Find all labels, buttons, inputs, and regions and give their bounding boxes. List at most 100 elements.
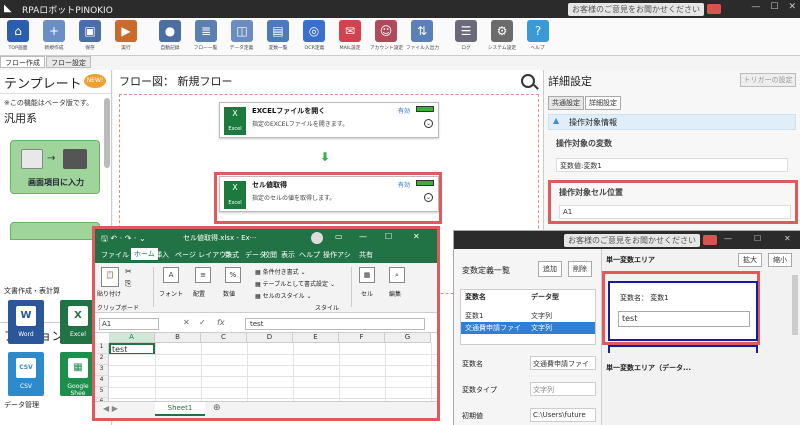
confirm-formula-icon[interactable]: ✓: [199, 318, 206, 327]
column-header[interactable]: D: [247, 333, 293, 343]
maximize-icon[interactable]: ☐: [754, 234, 761, 243]
template-card-2[interactable]: [10, 222, 100, 240]
excel-tab[interactable]: 共有: [359, 250, 373, 260]
fx-icon[interactable]: fx: [217, 318, 225, 327]
sheet-tab[interactable]: Sheet1: [155, 402, 205, 416]
target-var-field[interactable]: 変数値:変数1: [556, 158, 788, 172]
action-tile-excel[interactable]: X Excel: [60, 300, 96, 344]
toolbar-button-account[interactable]: ☺ アカウント設定: [369, 18, 403, 51]
var-type-select[interactable]: 文字列: [530, 382, 596, 396]
search-icon[interactable]: [521, 74, 535, 88]
toolbar-button-settings[interactable]: ⚙ システム設定: [486, 18, 518, 51]
var-name-field[interactable]: 交通費申請ファイ: [530, 356, 596, 370]
excel-tab[interactable]: 数式: [225, 250, 239, 260]
delete-variable-button[interactable]: 削除: [568, 261, 592, 277]
minimize-icon[interactable]: —: [724, 234, 732, 243]
action-tile-csv[interactable]: CSV CSV: [8, 352, 44, 396]
excel-tab[interactable]: 表示: [281, 250, 295, 260]
excel-grid[interactable]: test ABCDEFG123456: [95, 333, 437, 410]
align-icon[interactable]: ≡: [195, 267, 211, 283]
toolbar-button-mail[interactable]: ✉ MAIL設定: [334, 18, 366, 51]
toolbar-button-help[interactable]: ? ヘルプ: [522, 18, 554, 51]
template-card-input[interactable]: → 画面項目に入力: [10, 140, 100, 194]
var-init-field[interactable]: C:\Users\future: [530, 408, 596, 422]
toolbar-button-run[interactable]: ▶ 実行: [110, 18, 142, 51]
cond-format-button[interactable]: ▦ 条件付き書式 ⌄: [255, 267, 306, 276]
paste-icon[interactable]: 📋: [101, 267, 119, 287]
shrink-button[interactable]: 縮小: [768, 253, 792, 267]
node-toggle[interactable]: [416, 106, 434, 112]
excel-tab[interactable]: ヘルプ: [299, 250, 320, 260]
toolbar-button-flow-list[interactable]: ≣ フロー一覧: [190, 18, 222, 51]
cell-style-button[interactable]: ▦ セルのスタイル ⌄: [255, 291, 312, 300]
excel-tab[interactable]: 挿入: [155, 250, 169, 260]
name-box[interactable]: A1: [99, 318, 159, 330]
add-sheet-icon[interactable]: ⊕: [213, 403, 221, 413]
toolbar-button-record[interactable]: ● 自動記録: [154, 18, 186, 51]
action-tile-word[interactable]: W Word: [8, 300, 44, 344]
cells-icon[interactable]: ▦: [359, 267, 375, 283]
feedback-banner[interactable]: お客様のご意見をお聞かせください: [564, 233, 717, 247]
toolbar-button-ocr[interactable]: ◎ OCR定義: [298, 18, 330, 51]
copy-icon[interactable]: ⎘: [125, 279, 131, 289]
row-header[interactable]: 1: [95, 343, 109, 354]
tab-flow-create[interactable]: フロー作成: [0, 56, 45, 68]
formula-input[interactable]: test: [245, 318, 425, 330]
row-header[interactable]: 3: [95, 365, 109, 376]
cancel-formula-icon[interactable]: ✕: [183, 318, 190, 327]
feedback-banner[interactable]: お客様のご意見をお聞かせください: [568, 2, 721, 16]
column-header[interactable]: C: [201, 333, 247, 343]
avatar[interactable]: [311, 232, 323, 244]
single-var-scrollbar[interactable]: [792, 275, 798, 335]
table-row[interactable]: 変数1 文字列: [461, 310, 595, 322]
maximize-icon[interactable]: ☐: [770, 2, 778, 12]
section-header[interactable]: ▲ 操作対象情報: [548, 114, 796, 130]
excel-quick-access-icons[interactable]: 🖫 ↶ · ↷ · ⌄: [101, 233, 146, 247]
single-var-value[interactable]: test: [618, 311, 750, 327]
maximize-icon[interactable]: ☐: [385, 232, 392, 241]
column-header[interactable]: B: [155, 333, 201, 343]
toolbar-button-home[interactable]: ⌂ TOP画面: [2, 18, 34, 51]
table-format-button[interactable]: ▦ テーブルとして書式設定 ⌄: [255, 279, 335, 288]
cell-position-field[interactable]: A1: [559, 205, 791, 219]
tab-detail-settings[interactable]: 詳細設定: [585, 96, 621, 110]
expand-button[interactable]: 拡大: [738, 253, 762, 267]
column-header[interactable]: G: [385, 333, 431, 343]
close-icon[interactable]: ✕: [784, 234, 791, 243]
tab-flow-settings[interactable]: フロー設定: [46, 56, 91, 68]
toolbar-button-variable-list[interactable]: ▤ 変数一覧: [262, 18, 294, 51]
column-header[interactable]: E: [293, 333, 339, 343]
trigger-button[interactable]: トリガーの設定: [740, 73, 796, 87]
close-icon[interactable]: ✕: [788, 2, 796, 12]
toolbar-button-data-def[interactable]: ◫ データ定義: [226, 18, 258, 51]
number-icon[interactable]: %: [225, 267, 241, 283]
column-header[interactable]: F: [339, 333, 385, 343]
excel-tab[interactable]: ファイル: [101, 250, 129, 260]
minimize-icon[interactable]: —: [359, 232, 367, 241]
find-icon[interactable]: ⌕: [389, 267, 405, 283]
excel-tab[interactable]: 操作アシ: [323, 250, 351, 260]
toolbar-button-file-io[interactable]: ⇅ ファイル入出力: [405, 18, 439, 51]
toolbar-button-log[interactable]: ☰ ログ: [450, 18, 482, 51]
minimize-icon[interactable]: —: [751, 2, 760, 12]
toolbar-button-new-file[interactable]: + 新規作成: [38, 18, 70, 51]
sheet-nav-icons[interactable]: ◀ ▶: [103, 404, 118, 413]
flow-node-open-excel[interactable]: X Excel EXCELファイルを開く 指定のEXCELファイルを開きます。 有…: [219, 102, 439, 138]
excel-tab[interactable]: 校閲: [263, 250, 277, 260]
row-header[interactable]: 4: [95, 376, 109, 387]
excel-tab[interactable]: ホーム: [131, 248, 158, 260]
font-icon[interactable]: A: [163, 267, 179, 283]
template-scrollbar[interactable]: [104, 98, 110, 168]
chevron-down-icon[interactable]: ⌄: [424, 119, 433, 128]
table-row-selected[interactable]: 交通費申請ファイ 文字列: [461, 322, 595, 334]
ribbon-display-icon[interactable]: ▭: [335, 232, 343, 241]
tab-common-settings[interactable]: 共通設定: [548, 96, 584, 110]
toolbar-button-save[interactable]: ▣ 保存: [74, 18, 106, 51]
add-variable-button[interactable]: 追加: [538, 261, 562, 277]
action-tile-google-shee[interactable]: ▦ Google Shee: [60, 352, 96, 397]
close-icon[interactable]: ✕: [413, 232, 420, 241]
row-header[interactable]: 5: [95, 387, 109, 398]
column-header[interactable]: A: [109, 333, 155, 343]
cut-icon[interactable]: ✂: [125, 267, 132, 276]
row-header[interactable]: 2: [95, 354, 109, 365]
